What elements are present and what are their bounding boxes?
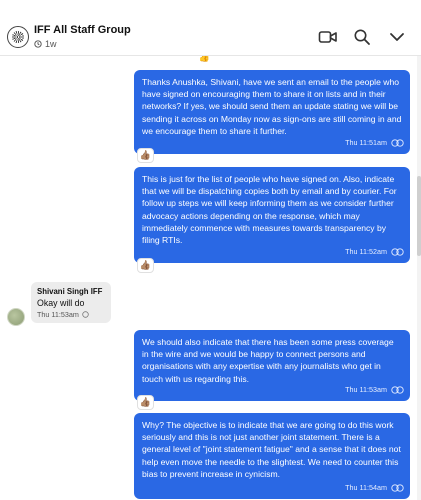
- message-bubble-outgoing[interactable]: Thanks Anushka, Shivani, have we sent an…: [134, 70, 410, 154]
- message-time: Thu 11:52am: [345, 246, 387, 256]
- reaction-badge[interactable]: 👍🏽: [137, 148, 154, 163]
- reaction-badge[interactable]: 👍🏽: [137, 258, 154, 273]
- message-meta: Thu 11:54am: [345, 482, 404, 494]
- double-check-icon: [391, 139, 404, 147]
- message-bubble-incoming[interactable]: Shivani Singh IFF Okay will do Thu 11:53…: [31, 282, 111, 323]
- double-check-icon: [391, 248, 404, 256]
- message-meta: Thu 11:53am: [37, 310, 105, 319]
- message-bubble-outgoing[interactable]: Why? The objective is to indicate that w…: [134, 413, 410, 499]
- message-time: Thu 11:54am: [345, 482, 387, 492]
- group-subtitle: 1w: [34, 39, 57, 49]
- group-title[interactable]: IFF All Staff Group: [34, 24, 131, 36]
- scrollbar-thumb[interactable]: [417, 176, 421, 256]
- message-text: Why? The objective is to indicate that w…: [142, 420, 401, 479]
- message-time: Thu 11:53am: [37, 310, 79, 319]
- message-text: Thanks Anushka, Shivani, have we sent an…: [142, 77, 402, 136]
- video-call-icon[interactable]: [318, 28, 338, 46]
- reaction-badge[interactable]: 👍: [196, 56, 213, 65]
- message-time: Thu 11:51am: [345, 137, 387, 147]
- message-text: This is just for the list of people who …: [142, 174, 397, 246]
- chat-header: IFF All Staff Group 1w: [0, 0, 421, 56]
- message-text: Okay will do: [37, 298, 85, 308]
- thumbs-up-icon: 👍: [198, 56, 211, 62]
- reaction-badge[interactable]: 👍🏽: [137, 395, 154, 410]
- message-meta: Thu 11:51am: [345, 137, 404, 149]
- chevron-down-icon[interactable]: [387, 28, 407, 46]
- thumbs-up-icon: 👍🏽: [139, 397, 152, 407]
- message-meta: Thu 11:52am: [345, 246, 404, 258]
- clock-icon: [34, 40, 42, 48]
- double-check-icon: [391, 484, 404, 492]
- message-bubble-outgoing[interactable]: This is just for the list of people who …: [134, 167, 410, 263]
- thumbs-up-icon: 👍🏽: [139, 150, 152, 160]
- group-subtitle-text: 1w: [45, 39, 57, 49]
- scrollbar[interactable]: [417, 56, 421, 500]
- double-check-icon: [391, 386, 404, 394]
- message-list[interactable]: 👍 Thanks Anushka, Shivani, have we sent …: [0, 56, 421, 500]
- delivered-icon: [82, 311, 89, 318]
- sender-name[interactable]: Shivani Singh IFF: [37, 287, 105, 296]
- message-text: We should also indicate that there has b…: [142, 337, 394, 384]
- group-avatar[interactable]: [7, 26, 29, 48]
- search-icon[interactable]: [352, 28, 372, 46]
- message-bubble-outgoing[interactable]: We should also indicate that there has b…: [134, 330, 410, 401]
- thumbs-up-icon: 👍🏽: [139, 260, 152, 270]
- avatar[interactable]: [7, 308, 25, 326]
- message-meta: Thu 11:53am: [345, 384, 404, 396]
- message-time: Thu 11:53am: [345, 384, 387, 394]
